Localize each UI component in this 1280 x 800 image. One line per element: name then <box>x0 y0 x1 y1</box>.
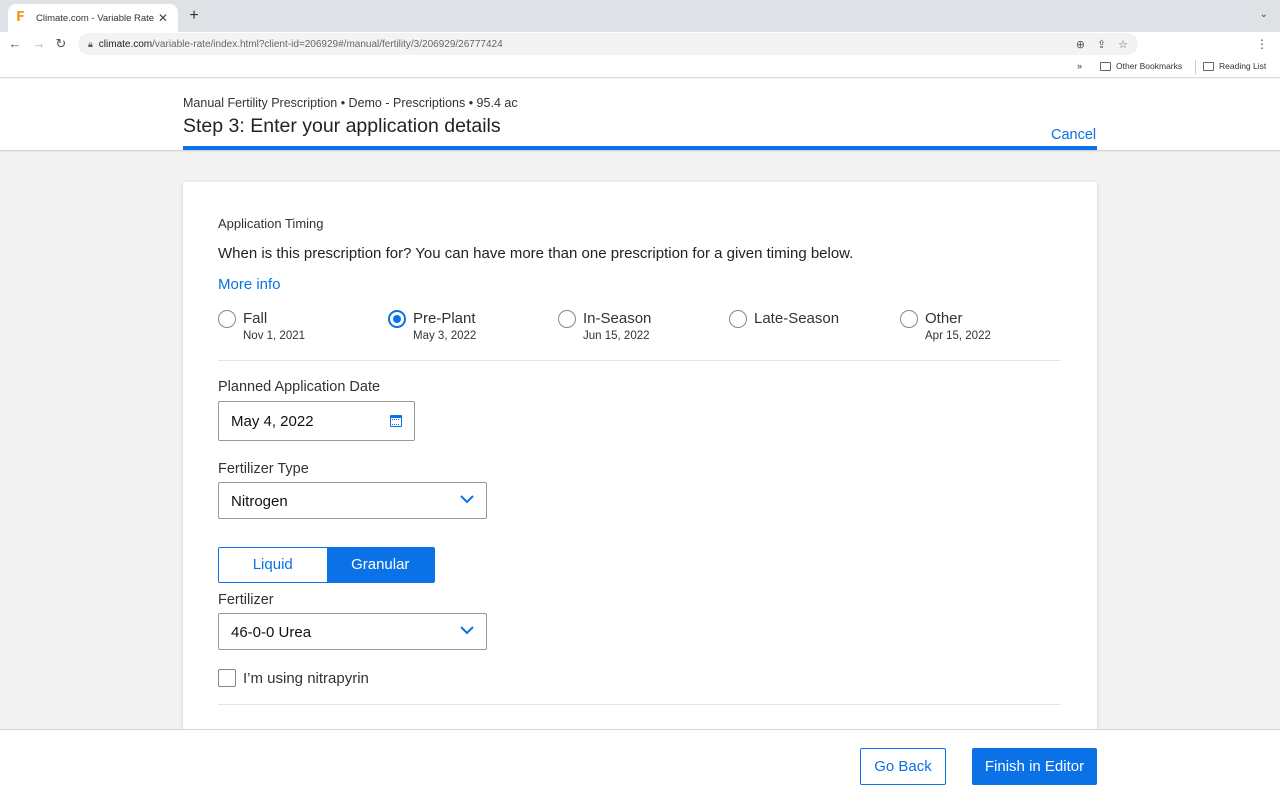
nitrapyrin-checkbox-label[interactable]: I’m using nitrapyrin <box>243 670 369 687</box>
fertilizer-type-select[interactable]: Nitrogen <box>218 482 487 519</box>
zoom-icon[interactable]: ⊕ <box>1076 38 1085 51</box>
divider <box>218 704 1061 705</box>
radio-button[interactable] <box>218 310 236 328</box>
url-path: /variable-rate/index.html?client-id=2069… <box>152 38 503 50</box>
bookmarks-divider <box>1195 60 1196 74</box>
radio-option-late-season[interactable]: Late-Season <box>729 310 889 350</box>
radio-button[interactable] <box>558 310 576 328</box>
reading-list-icon <box>1203 61 1214 71</box>
reload-icon[interactable]: ↻ <box>52 35 70 53</box>
planned-date-value: May 4, 2022 <box>231 413 314 430</box>
timing-question: When is this prescription for? You can h… <box>218 245 854 262</box>
url-text: climate.com/variable-rate/index.html?cli… <box>99 39 1064 50</box>
liquid-toggle-button[interactable]: Liquid <box>219 548 327 582</box>
cancel-link[interactable]: Cancel <box>1051 127 1096 143</box>
nitrapyrin-checkbox[interactable] <box>218 669 236 687</box>
radio-label: Pre-Plant <box>413 310 476 327</box>
bookmarks-bar: » Other Bookmarks Reading List <box>0 56 1280 78</box>
page-header: Manual Fertility Prescription • Demo - P… <box>0 79 1280 151</box>
planned-date-input[interactable]: May 4, 2022 <box>218 401 415 441</box>
radio-option-fall[interactable]: Fall Nov 1, 2021 <box>218 310 378 350</box>
radio-date: Apr 15, 2022 <box>925 330 991 342</box>
back-arrow-icon[interactable]: ← <box>6 35 24 53</box>
bookmark-reading-list[interactable]: Reading List <box>1203 61 1266 71</box>
climate-favicon-icon: F <box>16 10 25 25</box>
forward-arrow-icon[interactable]: → <box>30 35 48 53</box>
radio-date: Jun 15, 2022 <box>583 330 650 342</box>
share-icon[interactable]: ⇪ <box>1097 38 1106 51</box>
radio-label: Other <box>925 310 963 327</box>
browser-toolbar: ← → ↻ 🔒︎ climate.com/variable-rate/index… <box>0 32 1280 56</box>
folder-icon <box>1100 61 1111 71</box>
calendar-icon[interactable] <box>390 415 402 427</box>
browser-tab[interactable]: F Climate.com - Variable Rate ✕ <box>8 4 178 32</box>
radio-date: May 3, 2022 <box>413 330 477 342</box>
radio-label: Late-Season <box>754 310 840 327</box>
page-title: Step 3: Enter your application details <box>183 115 501 137</box>
breadcrumb: Manual Fertility Prescription • Demo - P… <box>183 96 518 110</box>
browser-menu-icon[interactable]: ⋮ <box>1256 37 1268 51</box>
radio-option-pre-plant[interactable]: Pre-Plant May 3, 2022 <box>388 310 548 350</box>
radio-button-checked[interactable] <box>388 310 406 328</box>
address-bar[interactable]: 🔒︎ climate.com/variable-rate/index.html?… <box>78 33 1138 55</box>
radio-date: Nov 1, 2021 <box>243 330 306 342</box>
more-info-link[interactable]: More info <box>218 276 281 293</box>
radio-button[interactable] <box>729 310 747 328</box>
fertilizer-select[interactable]: 46-0-0 Urea <box>218 613 487 650</box>
lock-icon: 🔒︎ <box>88 38 93 49</box>
close-tab-icon[interactable]: ✕ <box>156 11 170 25</box>
new-tab-icon[interactable]: + <box>186 8 202 24</box>
granular-toggle-button[interactable]: Granular <box>326 548 434 582</box>
fertilizer-type-value: Nitrogen <box>231 493 288 510</box>
fertilizer-label: Fertilizer <box>218 592 274 608</box>
chevron-down-icon <box>460 495 474 504</box>
bookmark-label: Other Bookmarks <box>1116 61 1183 71</box>
url-host: climate.com <box>98 38 153 50</box>
footer-action-bar: Go Back Finish in Editor <box>0 729 1280 800</box>
browser-tab-bar: F Climate.com - Variable Rate ✕ + ⌄ <box>0 0 1280 32</box>
fertilizer-type-label: Fertilizer Type <box>218 461 309 477</box>
bookmark-other-bookmarks[interactable]: Other Bookmarks <box>1100 61 1182 71</box>
fertilizer-value: 46-0-0 Urea <box>231 624 312 641</box>
radio-option-other[interactable]: Other Apr 15, 2022 <box>900 310 1060 350</box>
radio-button[interactable] <box>900 310 918 328</box>
tab-search-chevron-icon[interactable]: ⌄ <box>1260 9 1268 20</box>
radio-label: In-Season <box>583 310 652 327</box>
radio-label: Fall <box>243 310 268 327</box>
tab-title: Climate.com - Variable Rate <box>36 12 155 24</box>
section-title-application-timing: Application Timing <box>218 216 324 231</box>
radio-option-in-season[interactable]: In-Season Jun 15, 2022 <box>558 310 718 350</box>
fertilizer-form-toggle: Liquid Granular <box>218 547 435 583</box>
go-back-button[interactable]: Go Back <box>860 748 946 785</box>
divider <box>218 360 1061 361</box>
bookmark-label: Reading List <box>1219 61 1267 71</box>
finish-in-editor-button[interactable]: Finish in Editor <box>972 748 1097 785</box>
planned-date-label: Planned Application Date <box>218 379 381 395</box>
bookmarks-overflow-icon[interactable]: » <box>1077 61 1082 71</box>
application-details-card: Application Timing When is this prescrip… <box>183 182 1097 742</box>
chevron-down-icon <box>460 626 474 635</box>
step-progress-bar <box>183 146 1097 150</box>
bookmark-star-icon[interactable]: ☆ <box>1118 38 1128 51</box>
